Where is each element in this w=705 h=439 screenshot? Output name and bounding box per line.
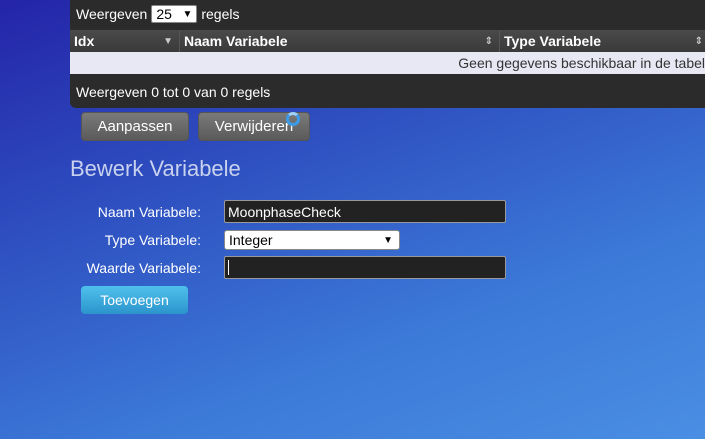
type-select-value: Integer (229, 232, 273, 248)
table-header: Idx ▼ Naam Variabele ⇕ Type Variabele ⇕ (70, 30, 705, 52)
type-label: Type Variabele: (104, 232, 201, 248)
column-header-label: Naam Variabele (184, 33, 288, 49)
page-length-control: Weergeven 25 ▼ regels (76, 4, 239, 24)
type-select[interactable]: Integer ▼ (224, 230, 400, 250)
column-header-name[interactable]: Naam Variabele ⇕ (180, 30, 500, 52)
column-header-label: Idx (74, 33, 95, 49)
column-header-label: Type Variabele (504, 33, 602, 49)
sort-both-icon: ⇕ (484, 35, 493, 47)
chevron-down-icon: ▼ (383, 234, 393, 246)
page-length-value: 25 (156, 6, 172, 22)
chevron-down-icon: ▼ (182, 8, 193, 20)
text-cursor (228, 260, 229, 275)
name-label: Naam Variabele: (97, 204, 201, 220)
name-input[interactable]: MoonphaseCheck (224, 200, 506, 223)
value-label: Waarde Variabele: (86, 260, 201, 276)
add-button[interactable]: Toevoegen (81, 286, 188, 314)
loading-spinner-icon (286, 112, 300, 126)
page-length-select[interactable]: 25 ▼ (151, 5, 198, 23)
value-input[interactable] (224, 256, 506, 279)
empty-message: Geen gegevens beschikbaar in de tabel (458, 55, 705, 71)
name-input-value: MoonphaseCheck (228, 203, 341, 220)
length-prefix: Weergeven (76, 6, 148, 22)
column-header-type[interactable]: Type Variabele ⇕ (500, 30, 705, 52)
variables-table: Weergeven 25 ▼ regels Idx ▼ Naam Variabe… (70, 0, 705, 108)
column-header-idx[interactable]: Idx ▼ (70, 30, 180, 52)
sort-both-icon: ⇕ (694, 35, 703, 47)
table-info: Weergeven 0 tot 0 van 0 regels (76, 84, 271, 100)
edit-button[interactable]: Aanpassen (81, 112, 189, 141)
form-title: Bewerk Variabele (70, 156, 241, 181)
table-empty-row: Geen gegevens beschikbaar in de tabel (70, 52, 705, 74)
sort-desc-icon: ▼ (163, 35, 173, 47)
length-suffix: regels (201, 6, 240, 22)
